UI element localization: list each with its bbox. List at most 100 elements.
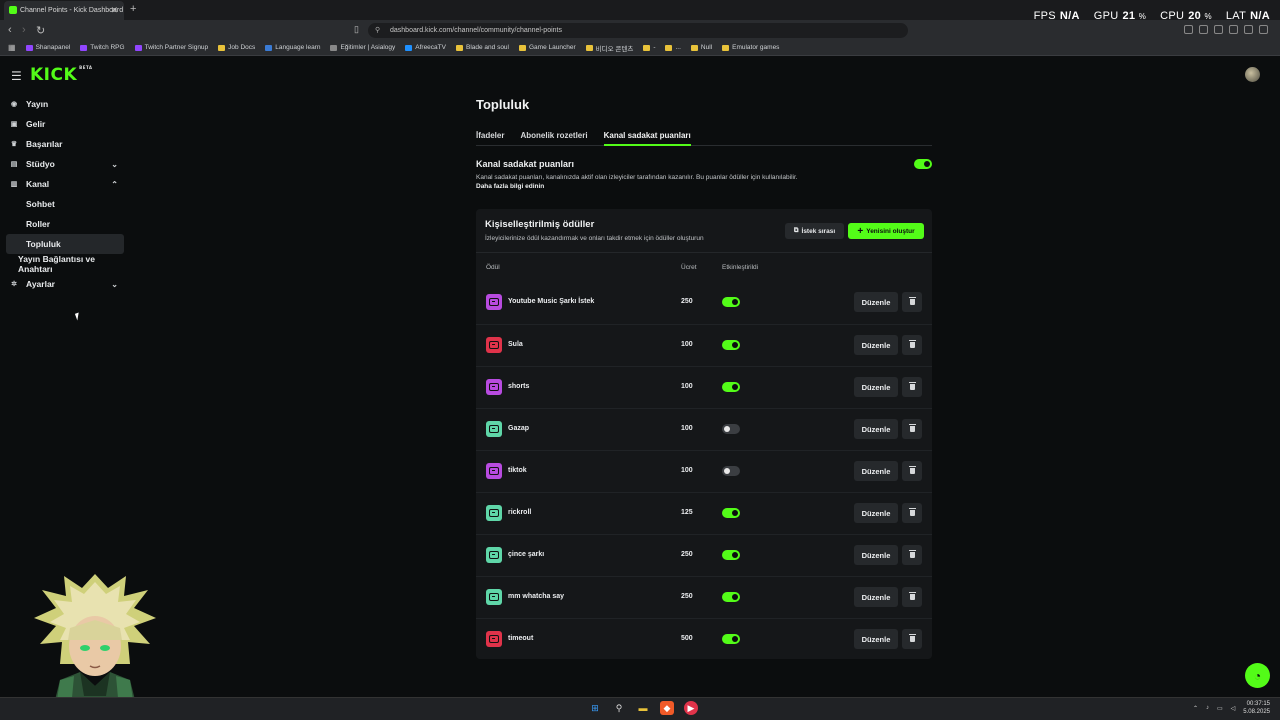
main-content: Topluluk İfadeler Abonelik rozetleri Kan…	[476, 97, 932, 659]
bookmark-item[interactable]: Language learn	[265, 44, 320, 51]
bookmark-item[interactable]: Game Launcher	[519, 44, 576, 51]
apps-grid-icon[interactable]: ▦	[8, 43, 16, 52]
sidebar-item-label: Yayın	[26, 99, 49, 109]
bookmark-item[interactable]: AfreecaTV	[405, 44, 446, 51]
url-field[interactable]: ⚲ dashboard.kick.com/channel/community/c…	[368, 23, 908, 38]
extension-icon[interactable]	[1214, 25, 1223, 34]
request-queue-button[interactable]: ⧉ İstek sırası	[785, 223, 844, 239]
site-info-icon[interactable]: ⚲	[375, 26, 380, 34]
bookmark-item[interactable]: Null	[690, 44, 712, 51]
sidebar-item-label: Sohbet	[26, 199, 55, 209]
bookmark-item[interactable]: Eğitimler | Asialogy	[330, 44, 395, 51]
extension-icon[interactable]	[1244, 25, 1253, 34]
reward-name: mm whatcha say	[508, 593, 565, 600]
reward-enabled-toggle[interactable]	[722, 508, 740, 518]
bookmark-item[interactable]: Shanapanel	[25, 44, 70, 51]
delete-button[interactable]	[902, 292, 922, 312]
search-icon[interactable]: ⚲	[612, 701, 626, 715]
delete-button[interactable]	[902, 335, 922, 355]
edit-button[interactable]: Düzenle	[854, 335, 898, 355]
clock[interactable]: 00:37:15 5.08.2025	[1243, 700, 1270, 716]
brave-browser-icon[interactable]: ◆	[660, 701, 674, 715]
sidebar-item-gelir[interactable]: ▣ Gelir	[6, 114, 124, 134]
edit-button[interactable]: Düzenle	[854, 545, 898, 565]
kick-logo[interactable]: KICK BETA	[30, 65, 92, 85]
browser-tab[interactable]: Channel Points - Kick Dashboard ✕	[4, 1, 124, 20]
user-avatar[interactable]	[1245, 67, 1260, 82]
edit-button[interactable]: Düzenle	[854, 377, 898, 397]
sidebar-item-st-dyo[interactable]: ▤ Stüdyo ⌄	[6, 154, 124, 174]
reward-enabled-toggle[interactable]	[722, 592, 740, 602]
bookmark-item[interactable]: -	[643, 44, 655, 51]
bookmark-folder-icon	[690, 44, 698, 51]
sidebar-item-yay-n-ba-lant-s-ve-anahtar[interactable]: Yayın Bağlantısı ve Anahtarı	[6, 254, 124, 274]
bookmark-item[interactable]: Job Docs	[218, 44, 255, 51]
bookmark-item[interactable]: Twitch RPG	[80, 44, 125, 51]
edit-button[interactable]: Düzenle	[854, 292, 898, 312]
reward-enabled-toggle[interactable]	[722, 466, 740, 476]
extension-icon[interactable]	[1259, 25, 1268, 34]
delete-button[interactable]	[902, 503, 922, 523]
extension-icon[interactable]	[1184, 25, 1193, 34]
delete-button[interactable]	[902, 587, 922, 607]
reward-enabled-toggle[interactable]	[722, 382, 740, 392]
create-new-button[interactable]: + Yenisini oluştur	[848, 223, 924, 239]
edit-button[interactable]: Düzenle	[854, 503, 898, 523]
bookmark-item[interactable]: ...	[665, 44, 681, 51]
delete-button[interactable]	[902, 377, 922, 397]
edit-button[interactable]: Düzenle	[854, 629, 898, 649]
sidebar-item-sohbet[interactable]: Sohbet	[6, 194, 124, 214]
sidebar-item-topluluk[interactable]: Topluluk	[6, 234, 124, 254]
sidebar-item-ayarlar[interactable]: ✲ Ayarlar ⌄	[6, 274, 124, 294]
sidebar-item-ba-ar-lar[interactable]: ♛ Başarılar	[6, 134, 124, 154]
bookmark-item[interactable]: Twitch Partner Signup	[134, 44, 208, 51]
learn-more-link[interactable]: Daha fazla bilgi edinin	[476, 183, 932, 190]
extension-icon[interactable]	[1229, 25, 1238, 34]
reward-enabled-toggle[interactable]	[722, 634, 740, 644]
delete-button[interactable]	[902, 629, 922, 649]
network-icon[interactable]: ▭	[1217, 705, 1223, 712]
reward-ticket-icon	[486, 589, 502, 605]
card-subtitle: İzleyicilerinize ödül kazandırmak ve onl…	[485, 235, 704, 242]
hamburger-menu-icon[interactable]: ☰	[11, 69, 22, 83]
edit-button[interactable]: Düzenle	[854, 419, 898, 439]
forward-icon[interactable]: ›	[22, 24, 26, 36]
close-tab-icon[interactable]: ✕	[110, 5, 118, 16]
reward-name: Gazap	[508, 425, 530, 432]
reward-enabled-toggle[interactable]	[722, 340, 740, 350]
sidebar-item-yay-n[interactable]: ◉ Yayın	[6, 94, 124, 114]
bookmark-icon[interactable]: ▯	[354, 24, 359, 35]
edit-button[interactable]: Düzenle	[854, 587, 898, 607]
microphone-icon[interactable]: ♪	[1206, 705, 1209, 711]
reload-icon[interactable]: ↻	[36, 24, 45, 37]
delete-button[interactable]	[902, 545, 922, 565]
sidebar-item-kanal[interactable]: ▥ Kanal ⌃	[6, 174, 124, 194]
reward-enabled-toggle[interactable]	[722, 297, 740, 307]
bookmark-item[interactable]: Emulator games	[722, 44, 779, 51]
bookmark-item[interactable]: Blade and soul	[455, 44, 509, 51]
delete-button[interactable]	[902, 461, 922, 481]
support-chat-button[interactable]: ◔	[1245, 663, 1270, 688]
reward-enabled-toggle[interactable]	[722, 424, 740, 434]
tab-emotes[interactable]: İfadeler	[476, 131, 504, 145]
new-tab-button[interactable]: +	[130, 3, 136, 15]
volume-icon[interactable]: ◁	[1231, 705, 1236, 712]
windows-start-icon[interactable]: ⊞	[588, 701, 602, 715]
bookmark-item[interactable]: 비디오 콘텐츠	[585, 43, 633, 53]
tab-channel-points[interactable]: Kanal sadakat puanları	[603, 131, 691, 146]
reward-name: shorts	[508, 383, 530, 390]
chevron-up-icon[interactable]: ⌃	[1193, 705, 1198, 712]
tab-subscriber-badges[interactable]: Abonelik rozetleri	[520, 131, 587, 145]
reward-enabled-toggle[interactable]	[722, 550, 740, 560]
address-bar-row: ‹ › ↻ ▯ ⚲ dashboard.kick.com/channel/com…	[0, 20, 1280, 40]
back-icon[interactable]: ‹	[8, 24, 12, 36]
channel-points-toggle[interactable]	[914, 159, 932, 169]
extension-icon[interactable]	[1199, 25, 1208, 34]
media-player-icon[interactable]: ▶	[684, 701, 698, 715]
bookmark-folder-icon	[455, 44, 463, 51]
delete-button[interactable]	[902, 419, 922, 439]
sidebar-item-roller[interactable]: Roller	[6, 214, 124, 234]
divider	[476, 252, 932, 253]
edit-button[interactable]: Düzenle	[854, 461, 898, 481]
file-explorer-icon[interactable]: ▬	[636, 701, 650, 715]
